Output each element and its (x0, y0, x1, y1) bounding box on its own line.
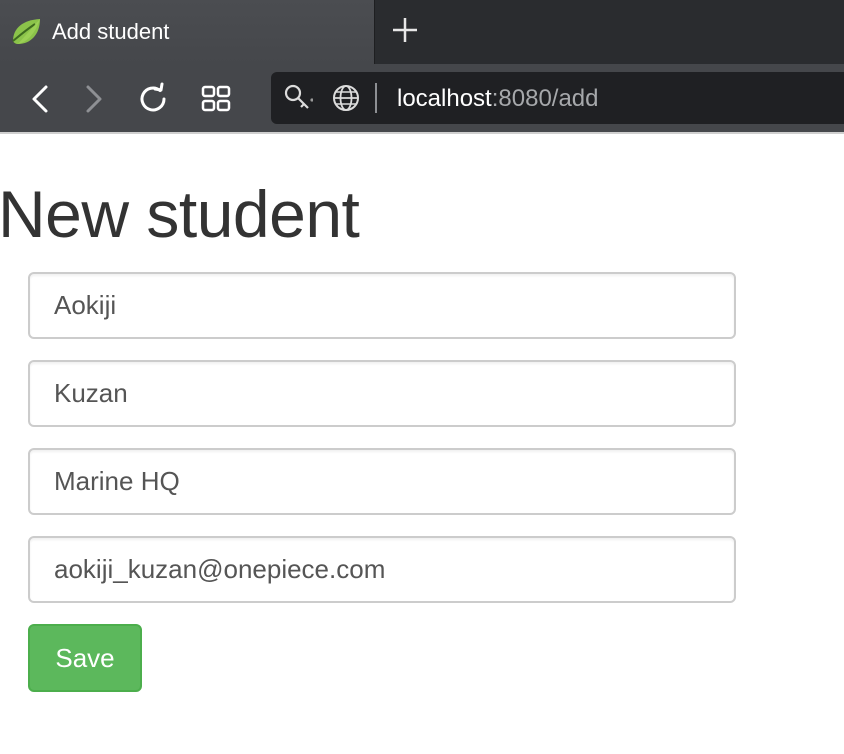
first-name-field[interactable] (28, 272, 736, 339)
spring-leaf-icon (12, 19, 40, 44)
address-field[interactable] (28, 448, 736, 515)
key-icon[interactable] (283, 83, 313, 113)
tab-strip: Add student (0, 0, 844, 64)
save-button[interactable]: Save (28, 624, 142, 692)
url-text[interactable]: localhost:8080/add (397, 85, 599, 113)
active-tab[interactable]: Add student (0, 0, 375, 64)
last-name-field[interactable] (28, 360, 736, 427)
chevron-right-icon[interactable] (76, 82, 110, 116)
new-tab-plus-icon[interactable] (385, 10, 425, 50)
tab-title: Add student (52, 19, 170, 44)
grid-icon[interactable] (199, 82, 233, 116)
url-host: localhost (397, 85, 492, 112)
email-field[interactable] (28, 536, 736, 603)
reload-icon[interactable] (136, 82, 170, 116)
address-bar[interactable]: localhost:8080/add (271, 72, 844, 124)
chrome-divider (0, 132, 844, 134)
url-path: :8080/add (491, 85, 599, 112)
globe-icon (333, 85, 359, 111)
address-divider (375, 83, 377, 113)
page-title: New student (0, 177, 360, 251)
chevron-left-icon[interactable] (24, 82, 58, 116)
